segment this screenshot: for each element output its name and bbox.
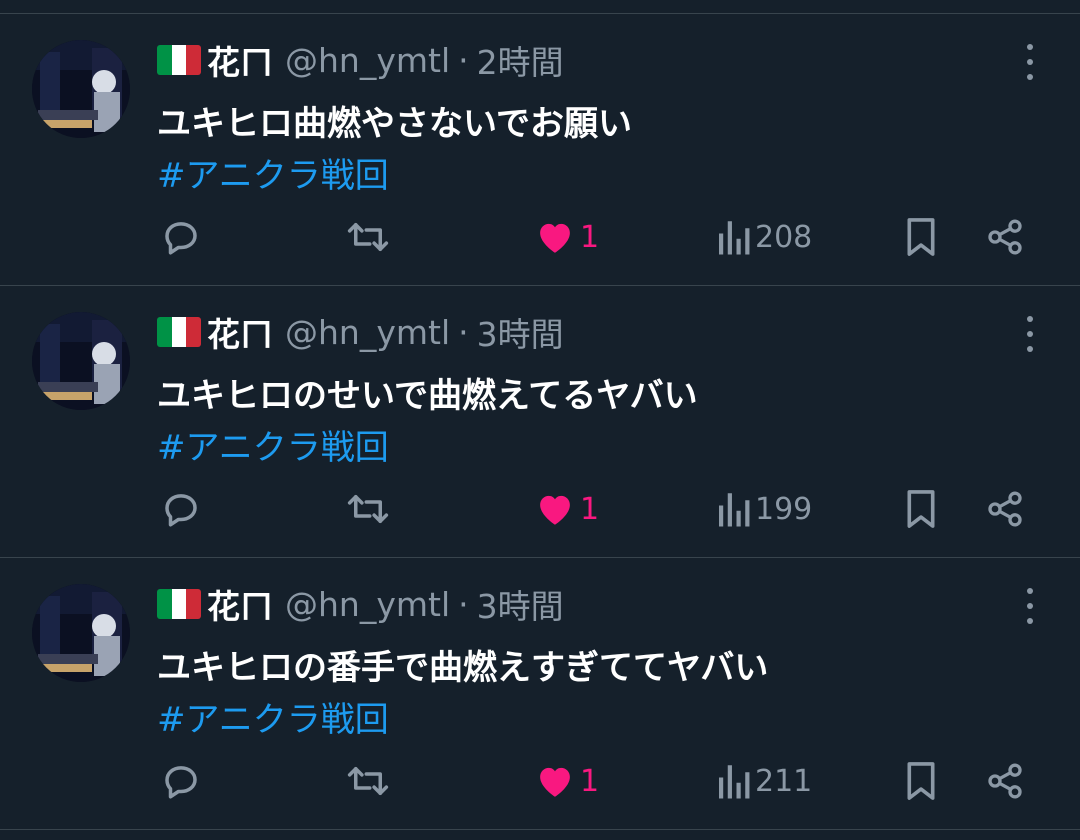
like-count: 1 (580, 219, 600, 255)
bookmark-icon (907, 218, 935, 256)
separator-dot: · (458, 40, 469, 80)
italy-flag-icon (157, 589, 201, 619)
author-handle[interactable]: @hn_ymtl (285, 313, 450, 352)
author-name[interactable]: 花ㄇ (207, 580, 273, 628)
divider (0, 829, 1080, 830)
views-button[interactable]: 211 (715, 759, 812, 803)
bar-chart-icon (719, 493, 750, 527)
tweet-feed: 花ㄇ @hn_ymtl · 2時間 ユキヒロ曲燃やさないでお願い #アニクラ戦回 (0, 0, 1080, 840)
retweet-arrows-icon (347, 767, 389, 795)
tweet-text: ユキヒロのせいで曲燃えてるヤバい (157, 376, 698, 416)
bar-chart-icon (719, 221, 750, 255)
more-options-icon[interactable] (1016, 316, 1044, 352)
separator-dot: · (458, 584, 469, 624)
share-button[interactable] (985, 215, 1025, 259)
avatar[interactable] (32, 584, 130, 682)
tweet[interactable]: 花ㄇ @hn_ymtl · 3時間 ユキヒロのせいで曲燃えてるヤバい #アニクラ… (0, 286, 1080, 557)
avatar[interactable] (32, 40, 130, 138)
hashtag-link[interactable]: #アニクラ戦回 (157, 148, 389, 197)
heart-filled-icon (540, 767, 570, 797)
speech-bubble-icon (165, 494, 197, 527)
tweet-header: 花ㄇ @hn_ymtl · 3時間 (157, 310, 564, 354)
tweet-text: ユキヒロの番手で曲燃えすぎててヤバい (157, 648, 769, 688)
author-handle[interactable]: @hn_ymtl (285, 41, 450, 80)
bookmark-icon (907, 490, 935, 528)
speech-bubble-icon (165, 222, 197, 255)
share-nodes-icon (988, 763, 1022, 799)
retweet-arrows-icon (347, 495, 389, 523)
italy-flag-icon (157, 317, 201, 347)
bookmark-button[interactable] (903, 487, 939, 531)
author-handle[interactable]: @hn_ymtl (285, 585, 450, 624)
hashtag-link[interactable]: #アニクラ戦回 (157, 692, 389, 741)
author-name[interactable]: 花ㄇ (207, 308, 273, 356)
share-nodes-icon (988, 491, 1022, 527)
like-button[interactable]: 1 (534, 215, 599, 259)
tweet-text: ユキヒロ曲燃やさないでお願い (157, 104, 632, 144)
more-options-icon[interactable] (1016, 44, 1044, 80)
share-button[interactable] (985, 759, 1025, 803)
reply-button[interactable] (160, 215, 202, 259)
speech-bubble-icon (165, 766, 197, 799)
timestamp[interactable]: 3時間 (477, 580, 564, 628)
view-count: 208 (755, 219, 813, 255)
timestamp[interactable]: 2時間 (477, 36, 564, 84)
tweet-header: 花ㄇ @hn_ymtl · 3時間 (157, 582, 564, 626)
views-button[interactable]: 208 (715, 215, 812, 259)
avatar[interactable] (32, 312, 130, 410)
bar-chart-icon (719, 765, 750, 799)
views-button[interactable]: 199 (715, 487, 812, 531)
tweet[interactable]: 花ㄇ @hn_ymtl · 2時間 ユキヒロ曲燃やさないでお願い #アニクラ戦回 (0, 14, 1080, 285)
more-options-icon[interactable] (1016, 588, 1044, 624)
view-count: 199 (755, 491, 813, 527)
reply-button[interactable] (160, 487, 202, 531)
share-nodes-icon (988, 219, 1022, 255)
retweet-arrows-icon (347, 223, 389, 251)
bookmark-button[interactable] (903, 759, 939, 803)
heart-filled-icon (540, 223, 570, 253)
heart-filled-icon (540, 495, 570, 525)
like-button[interactable]: 1 (534, 759, 599, 803)
italy-flag-icon (157, 45, 201, 75)
bookmark-icon (907, 762, 935, 800)
author-name[interactable]: 花ㄇ (207, 36, 273, 84)
separator-dot: · (458, 312, 469, 352)
retweet-button[interactable] (345, 487, 391, 531)
tweet-header: 花ㄇ @hn_ymtl · 2時間 (157, 38, 564, 82)
view-count: 211 (755, 763, 813, 799)
tweet[interactable]: 花ㄇ @hn_ymtl · 3時間 ユキヒロの番手で曲燃えすぎててヤバい #アニ… (0, 558, 1080, 829)
share-button[interactable] (985, 487, 1025, 531)
like-count: 1 (580, 763, 600, 799)
bookmark-button[interactable] (903, 215, 939, 259)
like-button[interactable]: 1 (534, 487, 599, 531)
hashtag-link[interactable]: #アニクラ戦回 (157, 420, 389, 469)
timestamp[interactable]: 3時間 (477, 308, 564, 356)
like-count: 1 (580, 491, 600, 527)
retweet-button[interactable] (345, 759, 391, 803)
retweet-button[interactable] (345, 215, 391, 259)
reply-button[interactable] (160, 759, 202, 803)
